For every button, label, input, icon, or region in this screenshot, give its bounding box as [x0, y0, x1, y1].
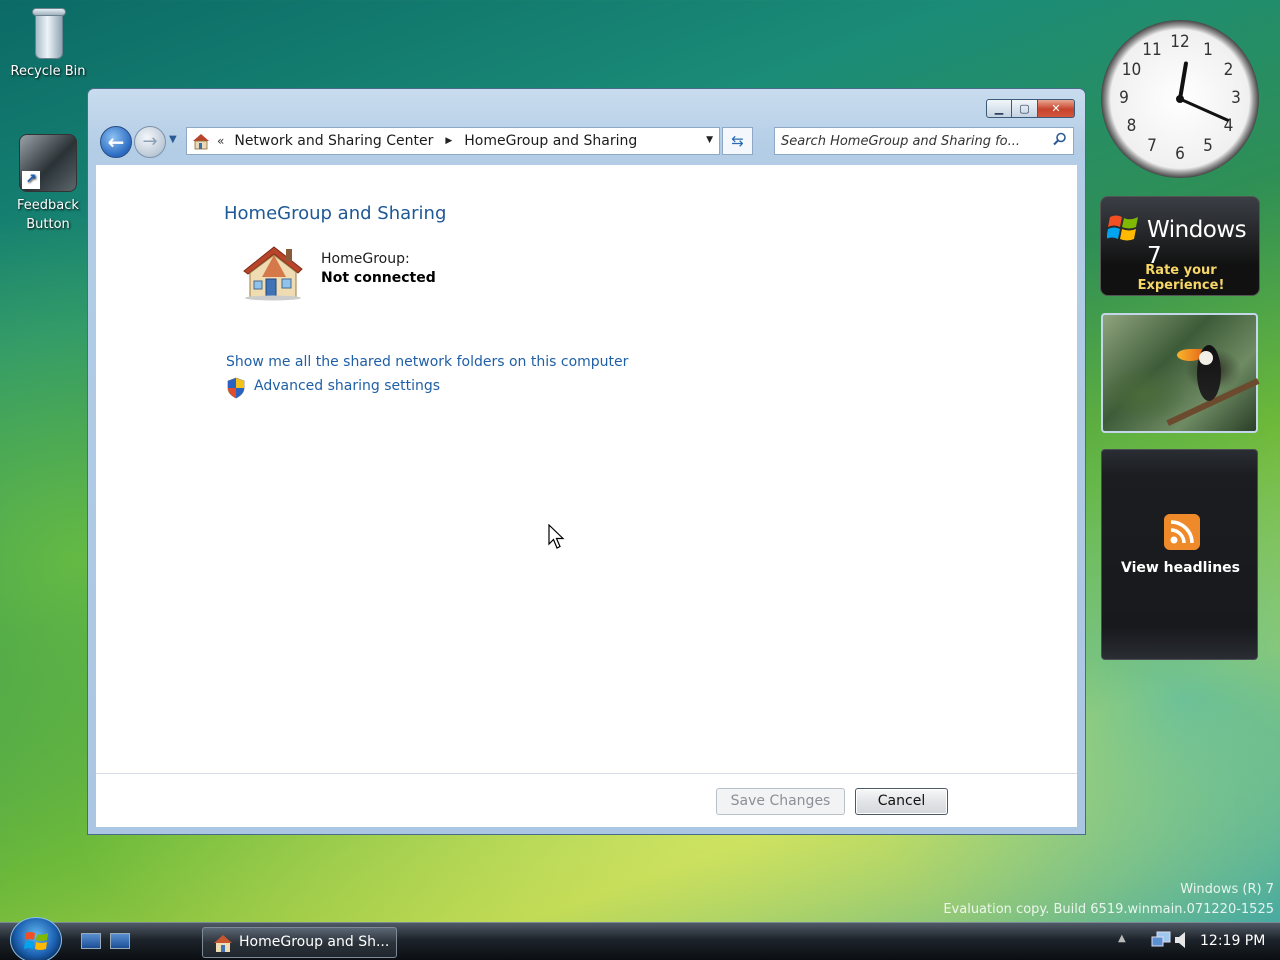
- back-button[interactable]: ←: [100, 126, 132, 158]
- homegroup-taskbar-icon: [214, 935, 232, 952]
- volume-tray-icon[interactable]: [1174, 931, 1188, 949]
- maximize-button[interactable]: ▢: [1012, 99, 1038, 118]
- search-input[interactable]: [781, 133, 1041, 149]
- homegroup-window: ▁ ▢ ✕ ← → ▼ « Network and Sharing Center…: [87, 88, 1086, 835]
- watermark-line2: Evaluation copy. Build 6519.winmain.0712…: [943, 902, 1274, 917]
- refresh-button[interactable]: ⇆: [722, 127, 753, 155]
- advanced-sharing-settings-link[interactable]: Advanced sharing settings: [254, 378, 440, 394]
- rss-icon: [1164, 514, 1200, 550]
- address-dropdown-icon[interactable]: ▼: [706, 135, 713, 145]
- network-tray-icon[interactable]: [1151, 931, 1171, 949]
- save-changes-button[interactable]: Save Changes: [716, 788, 845, 815]
- feedback-button-label: Feedback Button: [17, 198, 79, 232]
- uac-shield-icon: [227, 377, 245, 399]
- taskbar-homegroup-button[interactable]: HomeGroup and Sh...: [202, 927, 397, 958]
- homegroup-house-icon: [243, 246, 303, 301]
- clock-hour-hand: [1178, 61, 1188, 101]
- homegroup-status: Not connected: [321, 270, 436, 286]
- breadcrumb-overflow[interactable]: «: [217, 134, 224, 148]
- feed-headlines-gadget[interactable]: View headlines: [1101, 449, 1258, 660]
- photo-toucan: [1197, 345, 1221, 401]
- recycle-bin-icon[interactable]: Recycle Bin: [3, 4, 93, 79]
- caption-buttons: ▁ ▢ ✕: [986, 99, 1075, 118]
- recent-pages-dropdown-icon[interactable]: ▼: [169, 134, 177, 145]
- navigation-bar: ← → ▼ « Network and Sharing Center ▶ Hom…: [98, 126, 1075, 160]
- slideshow-gadget[interactable]: [1101, 313, 1260, 433]
- recycle-bin-label: Recycle Bin: [10, 64, 86, 79]
- mouse-cursor-icon: [548, 524, 565, 549]
- address-bar[interactable]: « Network and Sharing Center ▶ HomeGroup…: [186, 127, 720, 155]
- minimize-button[interactable]: ▁: [986, 99, 1012, 118]
- dialog-footer: Save Changes Cancel: [96, 773, 1077, 827]
- windows-flag-icon: [1107, 215, 1138, 241]
- watermark-line1: Windows (R) 7: [1180, 882, 1274, 897]
- page-title: HomeGroup and Sharing: [224, 203, 447, 224]
- search-icon[interactable]: [1053, 132, 1067, 146]
- clock-center-pin: [1176, 95, 1184, 103]
- search-box[interactable]: [774, 127, 1074, 155]
- switch-windows-quicklaunch-icon[interactable]: [110, 933, 130, 949]
- taskbar-homegroup-label: HomeGroup and Sh...: [239, 934, 390, 950]
- show-shared-folders-link[interactable]: Show me all the shared network folders o…: [226, 354, 628, 370]
- homegroup-small-icon: [193, 134, 209, 150]
- feedback-button-icon[interactable]: ↗ Feedback Button: [3, 134, 93, 234]
- windows7-gadget[interactable]: Windows 7 Rate your Experience!: [1100, 196, 1260, 296]
- homegroup-label: HomeGroup:: [321, 251, 410, 267]
- clock-minute-hand: [1178, 97, 1230, 122]
- clock-gadget[interactable]: 12 1 2 3 4 5 6 7 8 9 10 11: [1101, 20, 1259, 178]
- feedback-image: ↗: [19, 134, 77, 192]
- breadcrumb-homegroup-sharing[interactable]: HomeGroup and Sharing: [464, 133, 637, 149]
- breadcrumb-separator-icon[interactable]: ▶: [445, 136, 452, 146]
- cancel-button[interactable]: Cancel: [855, 788, 948, 815]
- breadcrumb-network-sharing-center[interactable]: Network and Sharing Center: [234, 133, 433, 149]
- close-button[interactable]: ✕: [1038, 99, 1075, 118]
- main-content: HomeGroup and Sharing HomeGroup: Not con…: [96, 165, 1077, 773]
- taskbar: HomeGroup and Sh... ▲ 12:19 PM: [0, 917, 1280, 960]
- evaluation-watermark: Windows (R) 7 Evaluation copy. Build 651…: [943, 880, 1274, 920]
- clock-hands: [1176, 61, 1230, 122]
- view-headlines-label: View headlines: [1120, 560, 1240, 576]
- recycle-bin-image: [28, 4, 68, 60]
- show-desktop-quicklaunch-icon[interactable]: [81, 933, 101, 949]
- start-windows-logo-icon: [24, 932, 48, 950]
- windows7-title: Windows 7: [1147, 217, 1247, 269]
- show-hidden-icons-icon[interactable]: ▲: [1118, 933, 1126, 944]
- start-button[interactable]: [10, 917, 62, 960]
- tray-clock[interactable]: 12:19 PM: [1200, 933, 1265, 949]
- rate-experience-link[interactable]: Rate your Experience!: [1101, 263, 1261, 293]
- shortcut-arrow-icon: ↗: [22, 171, 40, 189]
- forward-button[interactable]: →: [134, 126, 166, 158]
